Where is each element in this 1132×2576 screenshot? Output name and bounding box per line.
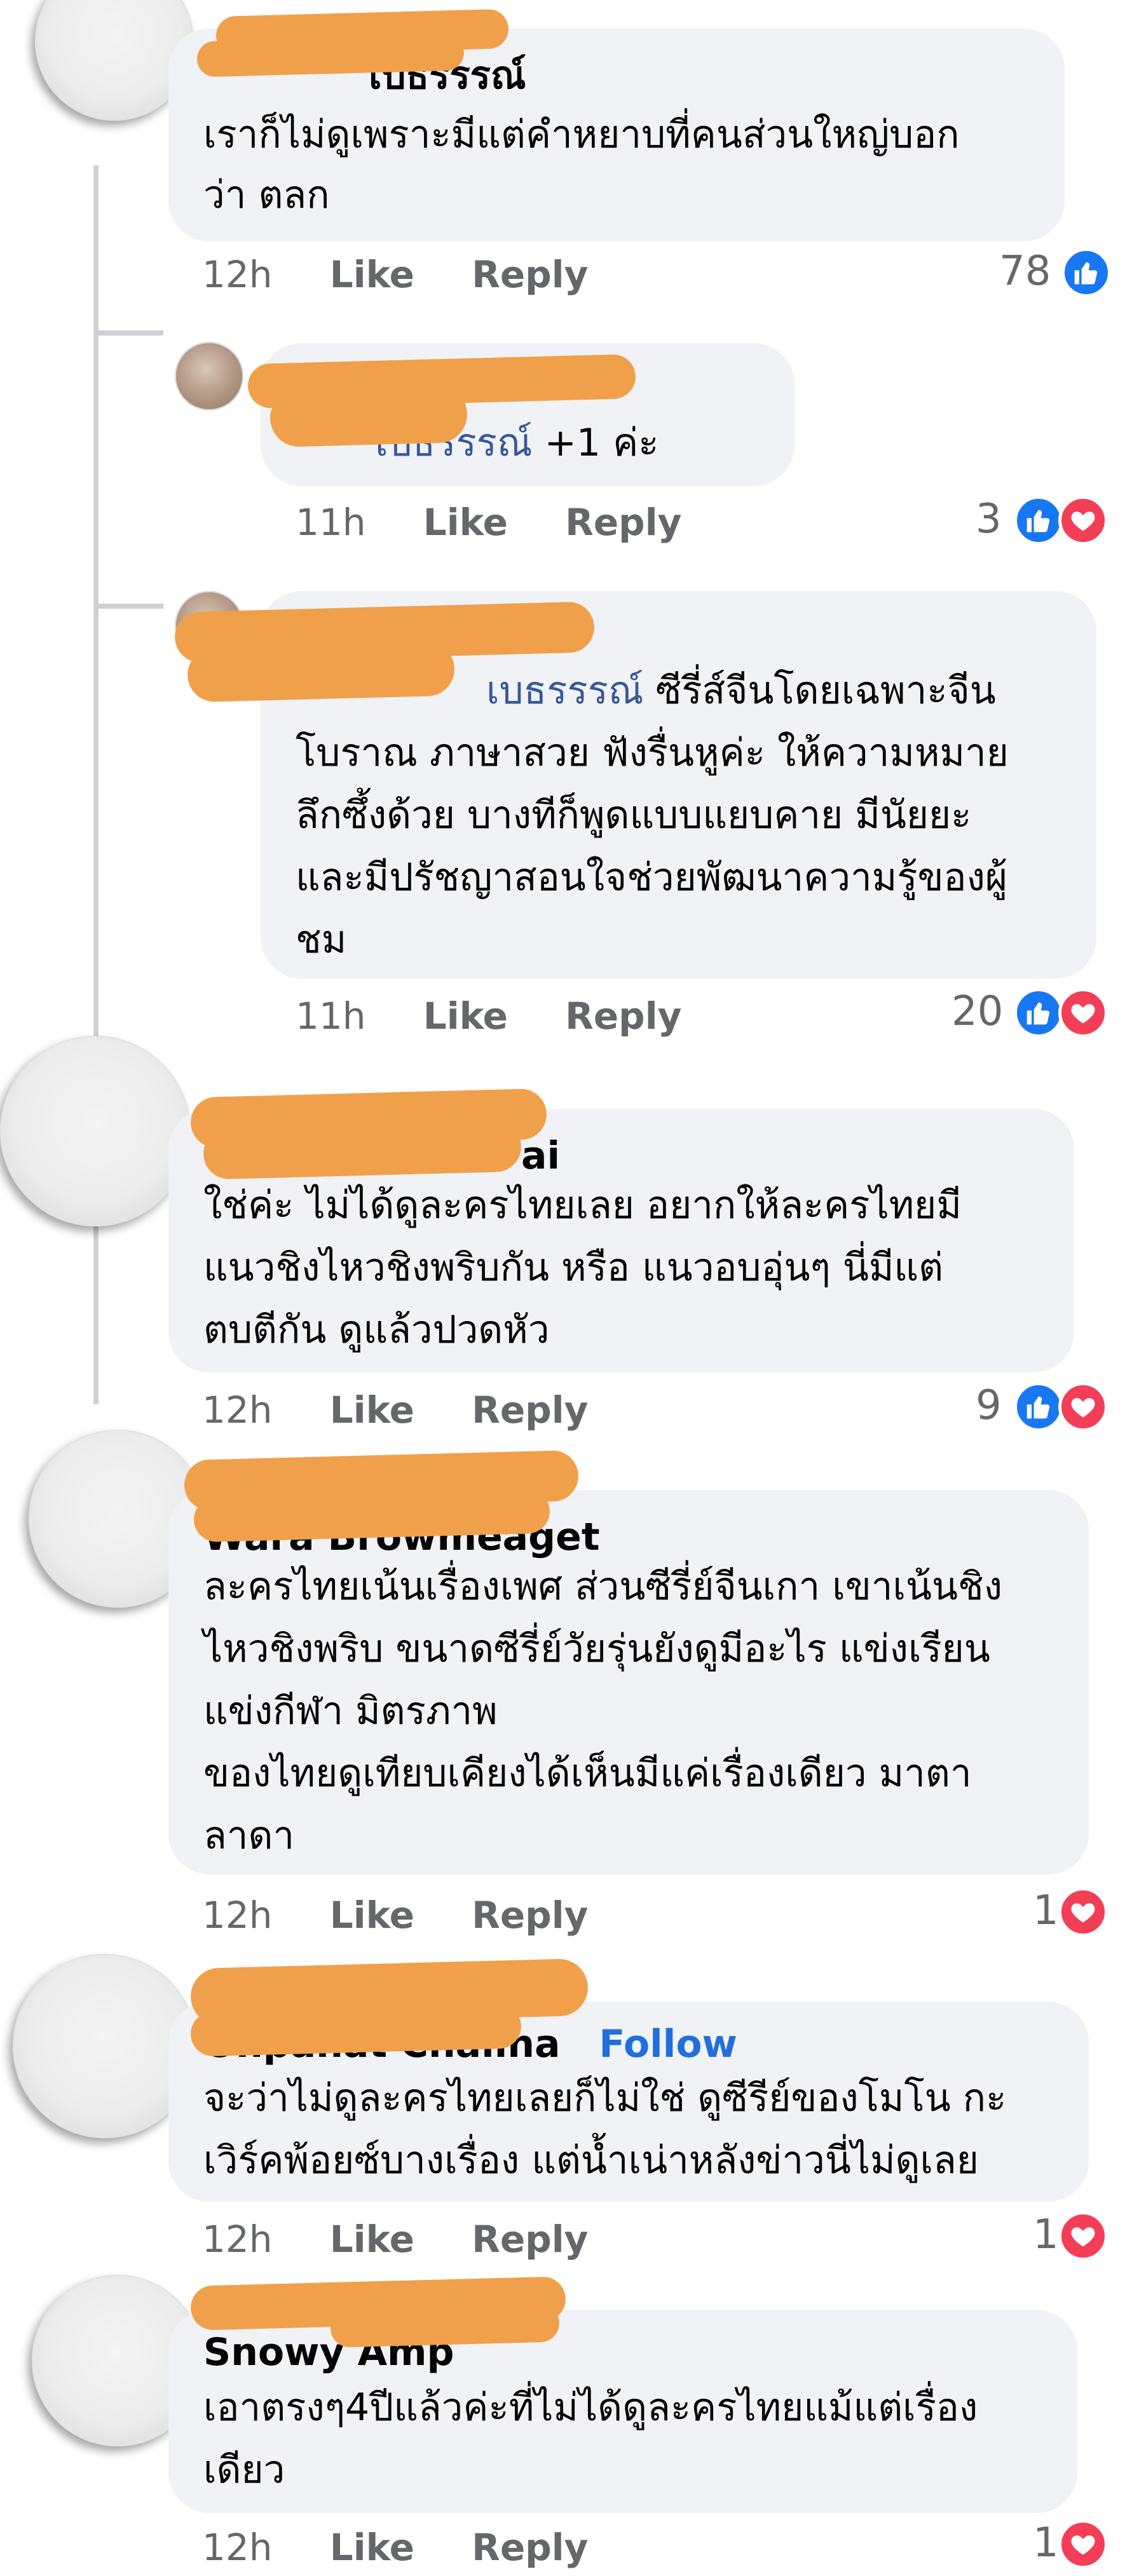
comment-text-line: แนวชิงไหวชิงพริบกัน หรือ แนวอบอุ่นๆ นี่ม… — [203, 1245, 944, 1290]
reply-link[interactable]: Reply — [472, 253, 588, 296]
reaction-count[interactable]: 20 — [951, 988, 1003, 1035]
reaction-count[interactable]: 1 — [1033, 2519, 1059, 2566]
comment-text-line: ลึกซึ้งด้วย บางทีก็พูดแบบแยบคาย มีนัยยะ — [296, 793, 972, 837]
reaction-count[interactable]: 1 — [1033, 2211, 1059, 2258]
reply-link[interactable]: Reply — [472, 2526, 588, 2569]
comment-meta: 12h Like Reply — [202, 1388, 588, 1432]
comment-text-line: เอาตรงๆ4ปีแล้วค่ะที่ไม่ได้ดูละครไทยแม้แต… — [203, 2385, 978, 2430]
reply-connector — [93, 604, 163, 609]
redaction — [190, 2003, 522, 2057]
like-link[interactable]: Like — [423, 501, 508, 544]
love-icon — [1058, 2211, 1108, 2261]
reaction-count[interactable]: 9 — [976, 1382, 1002, 1429]
reaction-count[interactable]: 78 — [999, 248, 1051, 295]
like-icon — [1014, 1382, 1063, 1432]
redaction — [196, 34, 465, 78]
comment-text-line: เดียว — [203, 2448, 285, 2492]
like-link[interactable]: Like — [330, 2218, 414, 2261]
comment-meta: 11h Like Reply — [296, 994, 681, 1038]
comment-text-tail: ซีรี่ส์จีนโดยเฉพาะจีน — [655, 668, 996, 713]
love-icon — [1058, 1887, 1108, 1937]
redaction — [186, 641, 456, 703]
comment-meta: 12h Like Reply — [202, 2526, 588, 2569]
comment-text-line: ของไทยดูเทียบเคียงได้เห็นมีแค่เรื่องเดีย… — [203, 1751, 972, 1796]
love-icon — [1058, 988, 1108, 1038]
comment-meta: 12h Like Reply — [202, 253, 588, 296]
redaction — [269, 384, 468, 448]
avatar[interactable] — [0, 1036, 191, 1226]
like-link[interactable]: Like — [330, 253, 414, 296]
love-icon — [1058, 2519, 1108, 2569]
commenter-name-text: ai — [521, 1134, 561, 1178]
timestamp[interactable]: 12h — [202, 2526, 273, 2569]
comment-text-line: ว่า ตลก — [203, 173, 330, 217]
comment-text-line: แข่งกีฬา มิตรภาพ — [203, 1689, 498, 1733]
timestamp[interactable]: 12h — [202, 2218, 273, 2261]
love-icon — [1058, 1382, 1108, 1432]
comment-text-line: ใช่ค่ะ ไม่ได้ดูละครไทยเลย อยากให้ละครไทย… — [203, 1183, 962, 1228]
timestamp[interactable]: 11h — [296, 501, 366, 544]
comment-text-line: ลาดา — [203, 1813, 295, 1858]
like-link[interactable]: Like — [330, 1388, 414, 1432]
reply-link[interactable]: Reply — [565, 501, 681, 544]
like-icon — [1014, 988, 1063, 1038]
timestamp[interactable]: 12h — [202, 253, 273, 296]
love-icon — [1058, 496, 1108, 545]
comment-meta: 12h Like Reply — [202, 2218, 588, 2261]
like-icon — [1014, 496, 1063, 545]
redaction — [203, 1120, 522, 1180]
reply-link[interactable]: Reply — [565, 994, 681, 1038]
comment-text-line: ชม — [296, 918, 347, 962]
comment-text-line: ละครไทยเน้นเรื่องเพศ ส่วนซีรี่ย์จีนเกา เ… — [203, 1564, 1003, 1609]
mention-link[interactable]: เบธรรรณ์ — [486, 668, 644, 713]
avatar[interactable] — [175, 342, 243, 410]
comment-text-line: และมีปรัชญาสอนใจช่วยพัฒนาความรู้ของผู้ — [296, 855, 1008, 900]
comment-meta: 11h Like Reply — [296, 501, 681, 544]
comment-text-line: เวิร์คพ้อยซ์บางเรื่อง แต่น้ำเน่าหลังข่าว… — [203, 2138, 979, 2183]
like-link[interactable]: Like — [330, 1894, 414, 1937]
timestamp[interactable]: 12h — [202, 1894, 273, 1937]
follow-button[interactable]: Follow — [599, 2022, 737, 2066]
reply-link[interactable]: Reply — [472, 2218, 588, 2261]
comment-text-line: ไหวชิงพริบ ขนาดซีรี่ย์วัยรุ่นยังดูมีอะไร… — [203, 1627, 990, 1671]
comment-text-tail: +1 ค่ะ — [532, 421, 659, 465]
comment-text-line: ตบตีกัน ดูแล้วปวดหัว — [203, 1308, 550, 1352]
redaction — [330, 2303, 560, 2348]
reply-link[interactable]: Reply — [472, 1388, 588, 1432]
like-link[interactable]: Like — [423, 994, 508, 1038]
comment-text-line: โบราณ ภาษาสวย ฟังรื่นหูค่ะ ให้ความหมาย — [296, 731, 1009, 775]
timestamp[interactable]: 12h — [202, 1388, 273, 1432]
reaction-count[interactable]: 1 — [1033, 1887, 1059, 1934]
redaction — [193, 1488, 550, 1543]
like-link[interactable]: Like — [330, 2526, 414, 2569]
reply-link[interactable]: Reply — [472, 1894, 588, 1937]
comment-text-line: จะว่าไม่ดูละครไทยเลยก็ไม่ใช่ ดูซีรีย์ของ… — [203, 2076, 1007, 2120]
comment-meta: 12h Like Reply — [202, 1894, 588, 1937]
comment-text-line: เราก็ไม่ดูเพราะมีแต่คำหยาบที่คนส่วนใหญ่บ… — [203, 112, 960, 157]
reply-connector — [93, 330, 163, 336]
like-icon — [1061, 248, 1111, 297]
timestamp[interactable]: 11h — [296, 994, 366, 1038]
reaction-count[interactable]: 3 — [976, 496, 1002, 543]
